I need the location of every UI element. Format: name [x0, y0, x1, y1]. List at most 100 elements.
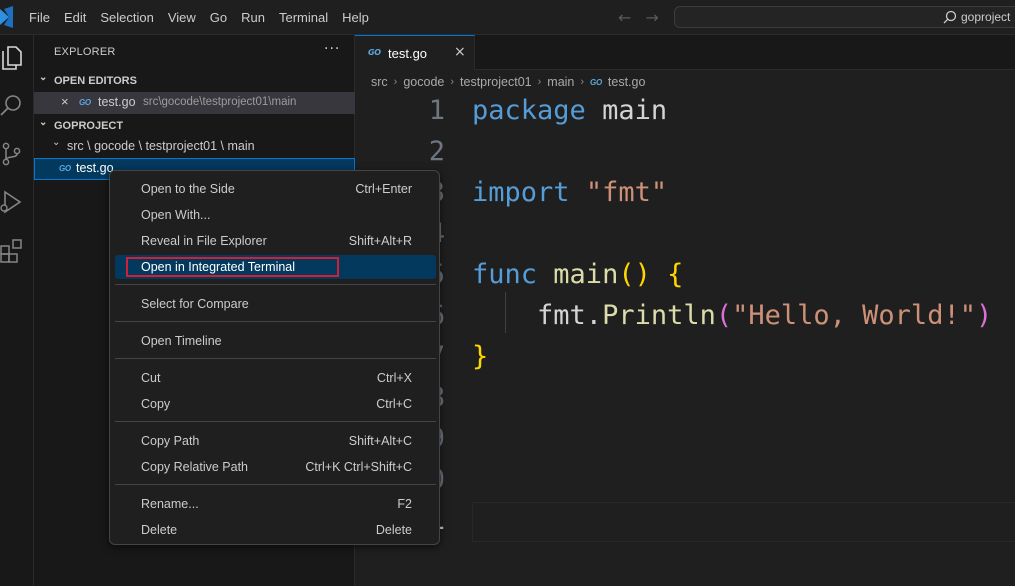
arrow-right-icon[interactable]: →: [645, 8, 658, 27]
menu-bar: File Edit Selection View Go Run Terminal…: [22, 0, 376, 35]
menu-item-select-for-compare[interactable]: Select for Compare: [115, 292, 436, 316]
breadcrumb-file[interactable]: test.go: [608, 75, 646, 89]
code-line: 10: [355, 461, 1015, 502]
breadcrumb-main[interactable]: main: [547, 75, 574, 89]
folder-item[interactable]: ⌄ src \ gocode \ testproject01 \ main: [34, 136, 355, 158]
menu-item-label: Open to the Side: [141, 182, 235, 196]
menu-file[interactable]: File: [22, 0, 57, 35]
workspace-name: goproject: [961, 10, 1011, 24]
menu-view[interactable]: View: [161, 0, 203, 35]
breadcrumb: src › gocode › testproject01 › main › GO…: [371, 74, 645, 90]
keyword: func: [472, 259, 538, 290]
arrow-left-icon[interactable]: ←: [618, 8, 631, 27]
go-file-icon: GO: [79, 98, 91, 107]
menu-item-open-timeline[interactable]: Open Timeline: [115, 329, 436, 353]
more-actions-icon[interactable]: ···: [324, 41, 340, 57]
menu-separator: [115, 358, 436, 359]
menu-item-copy-relative-path[interactable]: Copy Relative Path Ctrl+K Ctrl+Shift+C: [115, 455, 436, 479]
menu-item-shortcut: Shift+Alt+C: [348, 434, 412, 448]
menu-edit[interactable]: Edit: [57, 0, 93, 35]
menu-item-label: Copy Relative Path: [141, 460, 249, 474]
code-line: 5 func main() {: [355, 256, 1015, 297]
menu-terminal[interactable]: Terminal: [272, 0, 335, 35]
open-editor-path: src\gocode\testproject01\main: [143, 96, 297, 108]
breadcrumb-src[interactable]: src: [371, 75, 388, 89]
file-name: test.go: [76, 161, 114, 175]
source-control-icon[interactable]: [0, 141, 24, 167]
menu-run[interactable]: Run: [234, 0, 272, 35]
title-bar: File Edit Selection View Go Run Terminal…: [0, 0, 1015, 35]
function-name: Println: [602, 300, 716, 331]
code-line: 1 package main: [355, 92, 1015, 133]
close-icon[interactable]: ×: [61, 94, 69, 109]
goproject-label: GOPROJECT: [54, 120, 124, 132]
breadcrumb-testproject01[interactable]: testproject01: [460, 75, 532, 89]
menu-item-open-in-integrated-terminal[interactable]: Open in Integrated Terminal: [115, 255, 436, 279]
run-debug-icon[interactable]: [0, 189, 24, 215]
menu-separator: [115, 484, 436, 485]
explorer-icon[interactable]: [0, 45, 24, 71]
identifier: fmt.: [537, 300, 603, 331]
tab-test-go[interactable]: GO test.go ×: [355, 35, 475, 70]
string-literal: "Hello, World!": [732, 300, 976, 331]
code-line: 9: [355, 420, 1015, 461]
editor-tabs: GO test.go ×: [355, 35, 1015, 70]
code-line: 4: [355, 215, 1015, 256]
breadcrumb-gocode[interactable]: gocode: [403, 75, 444, 89]
menu-item-label: Rename...: [141, 497, 199, 511]
tab-label: test.go: [388, 46, 428, 61]
bracket: (: [715, 300, 733, 331]
bracket: }: [472, 341, 489, 372]
open-editor-filename: test.go: [98, 95, 136, 109]
menu-item-cut[interactable]: Cut Ctrl+X: [115, 366, 436, 390]
current-line-highlight: [472, 502, 1015, 542]
chevron-down-icon: ⌄: [39, 72, 48, 83]
context-menu: Open to the Side Ctrl+Enter Open With...…: [109, 170, 440, 545]
menu-item-label: Cut: [141, 371, 161, 385]
identifier: main: [602, 95, 668, 126]
code-editor[interactable]: 1 package main 2 3 import "fmt" 4 5 func…: [355, 92, 1015, 586]
search-icon: [943, 10, 957, 24]
menu-item-reveal-in-file-explorer[interactable]: Reveal in File Explorer Shift+Alt+R: [115, 229, 436, 253]
menu-item-delete[interactable]: Delete Delete: [115, 518, 436, 542]
code-line: 7 }: [355, 338, 1015, 379]
menu-item-label: Copy: [141, 397, 171, 411]
extensions-icon[interactable]: [0, 237, 24, 263]
bracket: (): [618, 259, 651, 290]
menu-item-shortcut: Ctrl+X: [376, 371, 412, 385]
keyword: import: [472, 177, 570, 208]
open-editors-header[interactable]: ⌄ OPEN EDITORS: [34, 70, 355, 92]
code-line: 8: [355, 379, 1015, 420]
line-number: 2: [428, 136, 445, 167]
navigation-arrows: ← →: [618, 8, 659, 27]
open-editors-label: OPEN EDITORS: [54, 75, 137, 87]
go-file-icon: GO: [59, 164, 71, 173]
menu-item-rename[interactable]: Rename... F2: [115, 492, 436, 516]
code-line: 3 import "fmt": [355, 174, 1015, 215]
menu-item-copy[interactable]: Copy Ctrl+C: [115, 392, 436, 416]
bracket: ): [975, 300, 993, 331]
menu-item-shortcut: F2: [397, 497, 412, 511]
menu-help[interactable]: Help: [335, 0, 376, 35]
menu-item-copy-path[interactable]: Copy Path Shift+Alt+C: [115, 429, 436, 453]
menu-item-shortcut: Ctrl+K Ctrl+Shift+C: [305, 460, 412, 474]
chevron-right-icon: ›: [580, 76, 585, 88]
menu-item-label: Open With...: [141, 208, 211, 222]
menu-item-open-with[interactable]: Open With...: [115, 203, 436, 227]
chevron-down-icon: ⌄: [52, 137, 61, 148]
menu-separator: [115, 421, 436, 422]
goproject-header[interactable]: ⌄ GOPROJECT: [34, 115, 355, 137]
open-editor-item[interactable]: × GO test.go src\gocode\testproject01\ma…: [34, 92, 355, 114]
close-icon[interactable]: ×: [454, 44, 466, 60]
command-center-search[interactable]: goproject: [674, 6, 1015, 28]
chevron-right-icon: ›: [450, 76, 455, 88]
menu-selection[interactable]: Selection: [93, 0, 160, 35]
activity-bar: [0, 35, 34, 586]
bracket: {: [667, 259, 684, 290]
string-literal: "fmt": [585, 177, 668, 208]
search-icon[interactable]: [0, 93, 24, 119]
sidebar-title: EXPLORER: [54, 46, 116, 58]
menu-go[interactable]: Go: [203, 0, 234, 35]
menu-item-open-to-side[interactable]: Open to the Side Ctrl+Enter: [115, 177, 436, 201]
menu-separator: [115, 284, 436, 285]
